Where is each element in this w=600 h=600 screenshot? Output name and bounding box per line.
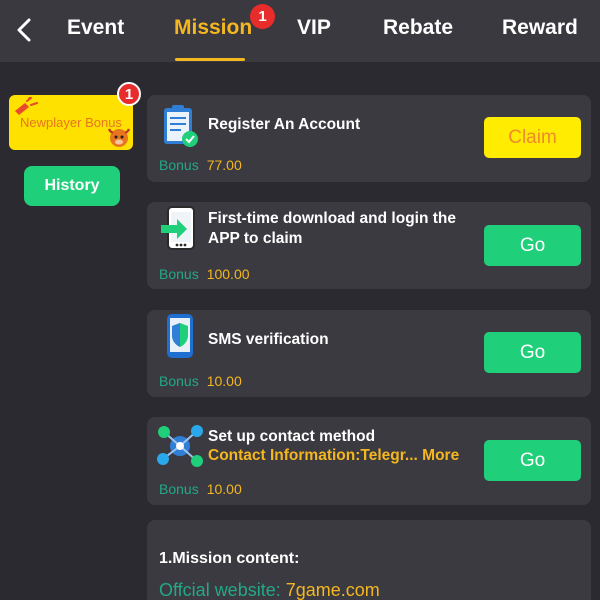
contact-info-text: Contact Information:Telegr... More	[208, 447, 459, 465]
bonus-value: 10.00	[206, 481, 242, 497]
mission-notification-badge: 1	[250, 4, 275, 29]
website-link[interactable]: 7game.com	[286, 580, 380, 600]
bonus-label: Bonus	[159, 373, 199, 389]
official-website-row: Offcial website: 7game.com	[159, 580, 380, 600]
history-button[interactable]: History	[24, 166, 120, 206]
bonus-row: Bonus 100.00	[159, 266, 250, 282]
newplayer-bonus-card[interactable]: Newplayer Bonus	[9, 95, 133, 150]
tab-event[interactable]: Event	[67, 16, 124, 46]
website-label: Offcial website:	[159, 580, 286, 600]
bonus-value: 100.00	[206, 266, 250, 282]
mission-content-title: 1.Mission content:	[159, 550, 300, 567]
newplayer-notification-badge: 1	[117, 82, 141, 106]
task-card-contact: Set up contact method Contact Informatio…	[147, 417, 591, 505]
chevron-left-icon	[17, 18, 31, 42]
phone-shield-icon	[167, 314, 193, 358]
mission-content-card: 1.Mission content: Offcial website: 7gam…	[147, 520, 591, 600]
task-title: SMS verification	[208, 331, 329, 348]
task-card-download-app: First-time download and login the APP to…	[147, 202, 591, 289]
tab-mission[interactable]: Mission	[174, 16, 252, 46]
bonus-label: Bonus	[159, 157, 199, 173]
top-nav: Event Mission 1 VIP Rebate Reward	[0, 0, 600, 62]
bonus-row: Bonus 77.00	[159, 157, 242, 173]
bonus-value: 10.00	[206, 373, 242, 389]
bonus-row: Bonus 10.00	[159, 373, 242, 389]
clipboard-check-icon	[164, 105, 198, 147]
phone-download-icon	[161, 206, 195, 250]
bonus-label: Bonus	[159, 481, 199, 497]
bonus-row: Bonus 10.00	[159, 481, 242, 497]
bonus-value: 77.00	[206, 157, 242, 173]
social-network-icon	[157, 425, 203, 467]
tab-vip[interactable]: VIP	[297, 16, 331, 46]
task-title: First-time download and login the APP to…	[208, 210, 456, 247]
ox-mascot-icon	[107, 128, 131, 147]
more-link[interactable]: More	[422, 447, 459, 464]
active-tab-indicator	[175, 58, 245, 61]
claim-button[interactable]: Claim	[484, 117, 581, 158]
go-button[interactable]: Go	[484, 225, 581, 266]
task-card-register: Register An Account Bonus 77.00 Claim	[147, 95, 591, 182]
bonus-label: Bonus	[159, 266, 199, 282]
task-title: Register An Account	[208, 116, 361, 133]
tab-rebate[interactable]: Rebate	[383, 16, 453, 46]
back-button[interactable]	[8, 12, 40, 48]
task-title: Set up contact method	[208, 428, 376, 445]
task-card-sms: SMS verification Bonus 10.00 Go	[147, 310, 591, 397]
go-button[interactable]: Go	[484, 332, 581, 373]
contact-info-value: Contact Information:Telegr...	[208, 447, 418, 464]
tab-reward[interactable]: Reward	[502, 16, 578, 46]
go-button[interactable]: Go	[484, 440, 581, 481]
